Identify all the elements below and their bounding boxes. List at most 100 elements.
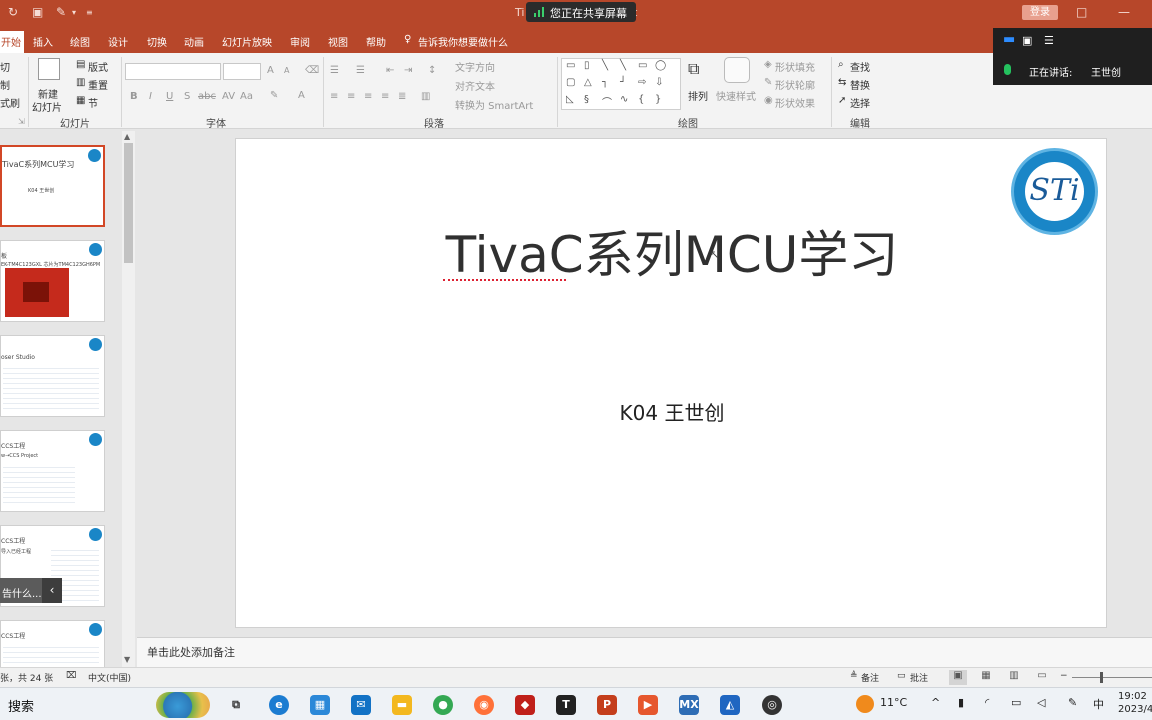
ccs-icon[interactable]: ◎ (762, 695, 782, 715)
change-case-button[interactable]: Aa (240, 91, 253, 102)
minimize-overlay-icon[interactable]: ▬ (1003, 32, 1017, 47)
zoom-out-icon[interactable]: − (1060, 671, 1068, 681)
shape-effects-button[interactable]: 形状效果 (775, 95, 815, 110)
typora-icon[interactable]: T (556, 695, 576, 715)
shape-outline-button[interactable]: 形状轮廓 (775, 77, 815, 92)
store-icon[interactable]: ▦ (310, 695, 330, 715)
align-text-button[interactable]: 对齐文本 (455, 78, 495, 93)
login-button[interactable]: 登录 (1022, 5, 1058, 20)
rectangle-shape-icon[interactable]: ▭ (638, 60, 647, 71)
highlight-icon[interactable]: ✎ (270, 90, 278, 101)
present-icon[interactable]: ▣ (32, 5, 43, 19)
wifi-icon[interactable]: ◜ (985, 696, 989, 709)
chevron-up-icon[interactable]: ^ (931, 696, 940, 709)
battery-icon[interactable]: ▭ (1011, 696, 1021, 709)
cut-button[interactable]: 切 (0, 59, 10, 74)
cube-app-icon[interactable]: ◆ (515, 695, 535, 715)
font-color-button[interactable]: A (298, 90, 305, 101)
justify-icon[interactable]: ≡ (381, 91, 389, 102)
powerpoint-icon[interactable]: P (597, 695, 617, 715)
zoom-slider[interactable] (1072, 672, 1152, 683)
tab-insert[interactable]: 插入 (33, 34, 53, 49)
align-center-icon[interactable]: ≡ (347, 91, 355, 102)
select-button[interactable]: 选择 (850, 95, 870, 110)
photos-icon[interactable]: ◭ (720, 695, 740, 715)
freeform-icon[interactable]: ◺ (566, 94, 574, 105)
arrow-shape-icon[interactable]: ⇨ (638, 77, 646, 88)
find-button[interactable]: 查找 (850, 59, 870, 74)
char-spacing-button[interactable]: AV (222, 91, 235, 102)
thumbnails-scrollbar[interactable]: ▲ ▼ (122, 131, 135, 667)
slide-sorter-icon[interactable]: ▦ (977, 670, 995, 685)
brace-right-icon[interactable]: } (655, 94, 661, 105)
shape-fill-button[interactable]: 形状填充 (775, 59, 815, 74)
curve-icon[interactable]: ∿ (620, 94, 628, 105)
replace-button[interactable]: 替换 (850, 77, 870, 92)
weather-temp[interactable]: 11°C (880, 696, 907, 709)
columns-icon[interactable]: ▥ (421, 91, 430, 102)
triangle-shape-icon[interactable]: △ (584, 77, 592, 88)
smartart-button[interactable]: 转换为 SmartArt (455, 97, 533, 112)
tab-review[interactable]: 审阅 (290, 34, 310, 49)
rounded-rect-icon[interactable]: ▢ (566, 77, 575, 88)
accessibility-icon[interactable]: ⌧ (66, 671, 76, 681)
floating-toolbar[interactable]: 告什么... ‹ (0, 578, 62, 603)
tab-help[interactable]: 帮助 (366, 34, 386, 49)
weather-icon[interactable] (856, 695, 874, 713)
tab-animations[interactable]: 动画 (184, 34, 204, 49)
line-spacing-icon[interactable]: ↕ (428, 65, 436, 76)
language-status[interactable]: 中文(中国) (88, 671, 131, 684)
mail-icon[interactable]: ✉ (351, 695, 371, 715)
grow-font-button[interactable]: A (267, 65, 274, 76)
arrange-icon[interactable]: ⧉ (688, 59, 699, 79)
section-button[interactable]: 节 (88, 95, 98, 110)
new-slide-icon[interactable] (38, 58, 60, 80)
align-right-icon[interactable]: ≡ (364, 91, 372, 102)
scroll-down-icon[interactable]: ▼ (124, 655, 130, 664)
clock[interactable]: 19:02 2023/4/ (1118, 690, 1152, 716)
reset-button[interactable]: 重置 (88, 77, 108, 92)
ime-indicator[interactable]: 中 (1093, 696, 1104, 712)
shrink-font-button[interactable]: A (284, 66, 289, 75)
strikethrough-button[interactable]: S (184, 91, 190, 102)
underline-button[interactable]: U (166, 91, 173, 102)
ribbon-display-icon[interactable]: □ (1076, 5, 1087, 19)
quick-styles-icon[interactable] (724, 57, 750, 83)
quick-styles-button[interactable]: 快速样式 (716, 88, 756, 103)
numbering-icon[interactable]: ☰ (356, 65, 365, 76)
shapes-gallery[interactable]: ▭ ▯ ╲ ╲ ▭ ◯ ▢ △ ┐ ┘ ⇨ ⇩ ◺ § ⌒ ∿ { } (561, 58, 681, 110)
italic-button[interactable]: I (149, 91, 152, 102)
font-size-field[interactable] (223, 63, 261, 80)
task-view-icon[interactable]: ⧉ (226, 695, 246, 715)
clear-format-icon[interactable]: ⌫ (305, 65, 319, 76)
chevron-down-icon[interactable]: ▾ (72, 8, 76, 17)
scribble-icon[interactable]: § (584, 94, 589, 105)
text-direction-button[interactable]: 文字方向 (455, 59, 495, 74)
customize-icon[interactable]: ≡ (86, 8, 93, 17)
slide-subtitle[interactable]: K04 王世创 (236, 397, 1108, 426)
textbox-shape-icon[interactable]: ▭ (566, 60, 575, 71)
tab-draw[interactable]: 绘图 (70, 34, 90, 49)
window-icon[interactable]: ▣ (1022, 34, 1036, 47)
bold-button[interactable]: B (130, 91, 138, 102)
copy-button[interactable]: 制 (0, 77, 10, 92)
slides-app-icon[interactable]: ▶ (638, 695, 658, 715)
clipboard-launcher-icon[interactable]: ⇲ (18, 117, 25, 126)
volume-icon[interactable]: ◁ (1037, 696, 1045, 709)
font-name-field[interactable] (125, 63, 221, 80)
shadow-button[interactable]: abc (198, 91, 216, 102)
tab-view[interactable]: 视图 (328, 34, 348, 49)
stm32cubemx-icon[interactable]: MX (679, 695, 699, 715)
file-explorer-icon[interactable]: ▬ (392, 695, 412, 715)
firefox-icon[interactable]: ◉ (474, 695, 494, 715)
line-shape-icon[interactable]: ╲ (602, 60, 608, 71)
line-shape-icon-2[interactable]: ╲ (620, 60, 626, 71)
slideshow-view-icon[interactable]: ▭ (1033, 670, 1051, 685)
notes-button[interactable]: 备注 (861, 671, 879, 684)
format-painter-button[interactable]: 式刷 (0, 95, 20, 110)
menu-icon[interactable]: ☰ (1044, 34, 1058, 47)
mic-tray-icon[interactable]: ▮ (958, 696, 964, 709)
pen-icon[interactable]: ✎ (56, 5, 66, 19)
slide-canvas[interactable]: TivaC系列MCU学习 K04 王世创 STi ↖ (235, 138, 1107, 628)
oval-shape-icon[interactable]: ◯ (655, 60, 666, 71)
